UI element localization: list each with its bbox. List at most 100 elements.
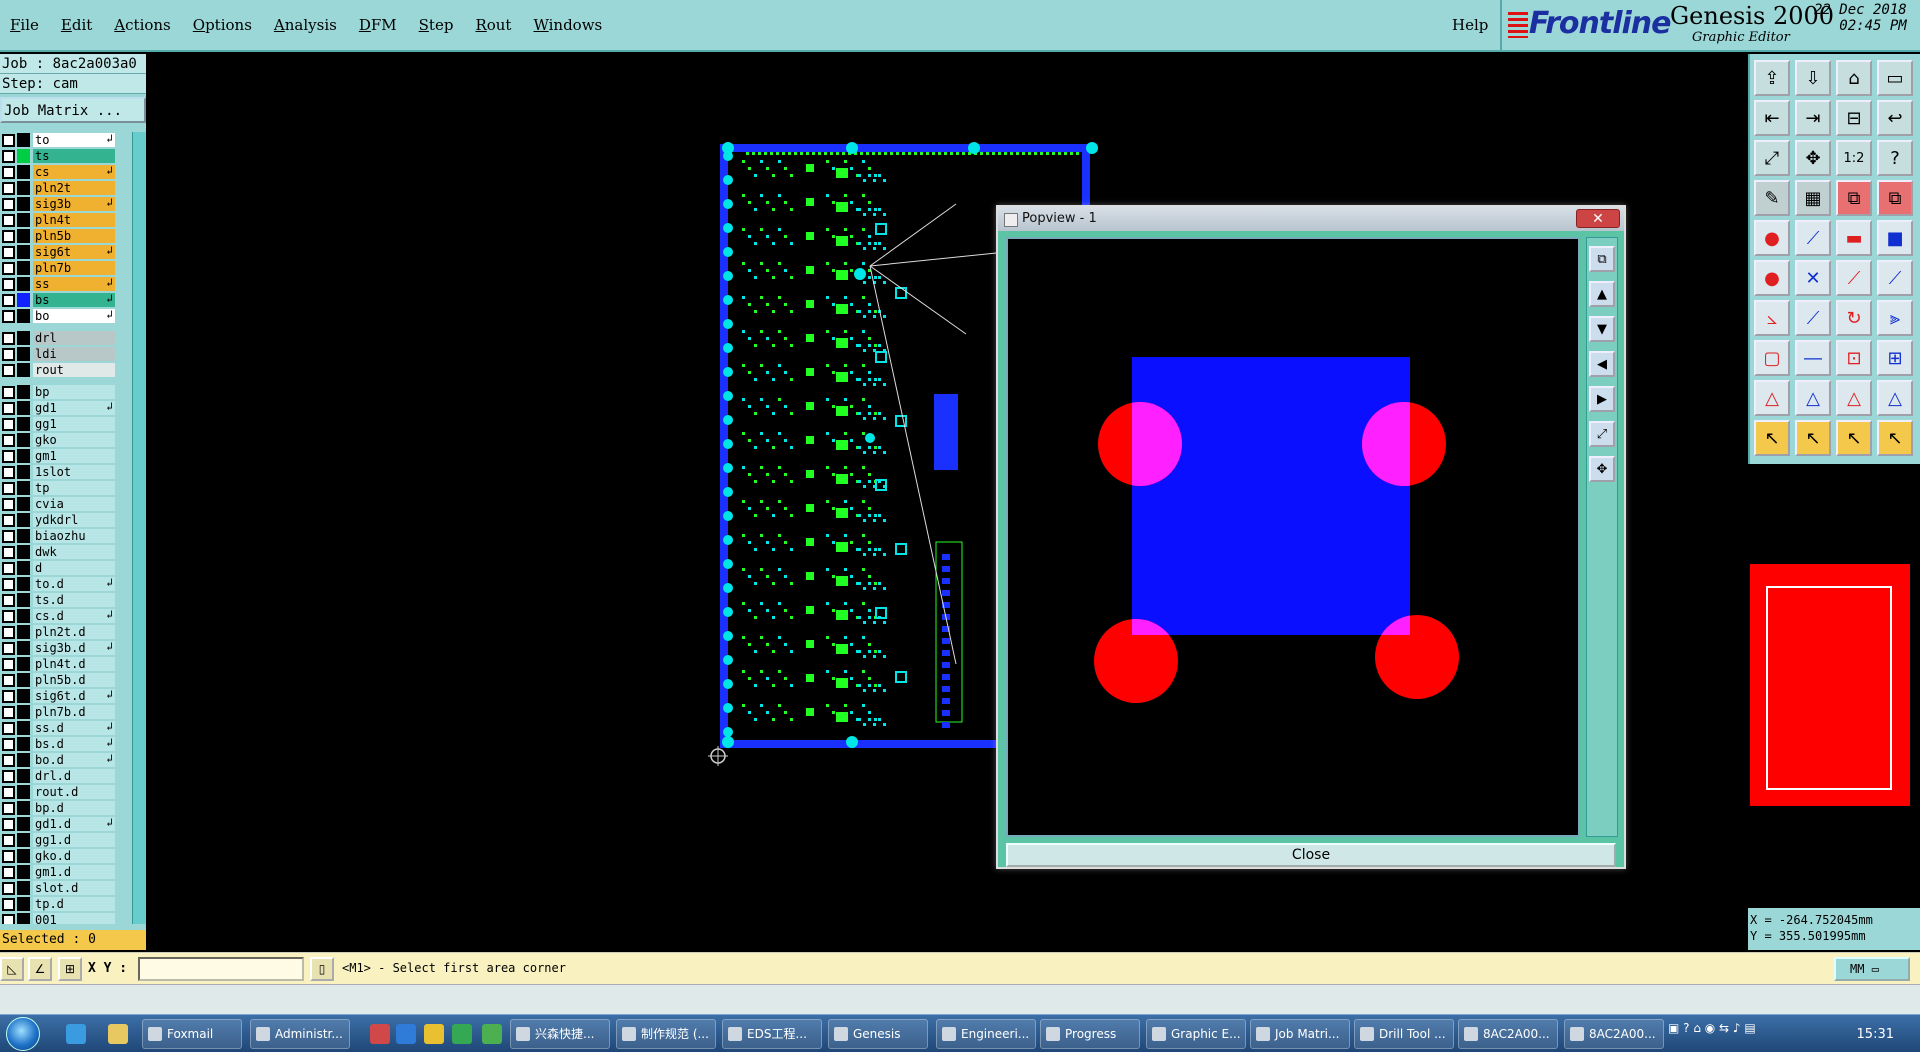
snap-grid-icon[interactable]: ◺: [0, 957, 24, 981]
layer-checkbox[interactable]: [2, 705, 15, 719]
layer-row[interactable]: bs: [0, 292, 132, 308]
layer-color-swatch[interactable]: [17, 577, 30, 591]
layer-checkbox[interactable]: [2, 833, 15, 847]
netlist-compare-icon[interactable]: ⧉: [1877, 180, 1913, 216]
layer-row[interactable]: gko: [0, 432, 132, 448]
layer-color-swatch[interactable]: [17, 149, 30, 163]
layer-name[interactable]: gd1.d: [33, 816, 115, 831]
layer-name[interactable]: bp: [33, 385, 115, 399]
layer-row[interactable]: bp: [0, 384, 132, 400]
popview-pan-up-icon[interactable]: ▲: [1589, 281, 1615, 307]
layer-list-scrollbar[interactable]: [132, 132, 146, 924]
layer-checkbox[interactable]: [2, 165, 15, 179]
layer-checkbox[interactable]: [2, 513, 15, 527]
layer-checkbox[interactable]: [2, 641, 15, 655]
layer-color-swatch[interactable]: [17, 449, 30, 463]
layer-row[interactable]: ydkdrl: [0, 512, 132, 528]
layer-row[interactable]: tp: [0, 480, 132, 496]
taskbar-button[interactable]: Genesis: [828, 1019, 928, 1049]
layer-checkbox[interactable]: [2, 721, 15, 735]
layer-checkbox[interactable]: [2, 673, 15, 687]
layer-color-swatch[interactable]: [17, 363, 30, 377]
triangle-a-icon[interactable]: △: [1795, 380, 1831, 416]
layer-row[interactable]: ldi: [0, 346, 132, 362]
taskbar-button[interactable]: EDS工程...: [722, 1019, 822, 1049]
open-icon[interactable]: ⇪: [1754, 60, 1790, 96]
layer-row[interactable]: slot.d: [0, 880, 132, 896]
layer-row[interactable]: cs.d: [0, 608, 132, 624]
cursor-toggle-icon[interactable]: ▯: [310, 957, 334, 981]
layer-row[interactable]: gd1.d: [0, 816, 132, 832]
layer-name[interactable]: pln7b: [33, 261, 115, 275]
layer-row[interactable]: tp.d: [0, 896, 132, 912]
mirror-icon[interactable]: ⫸: [1877, 300, 1913, 336]
layer-checkbox[interactable]: [2, 657, 15, 671]
layer-row[interactable]: dwk: [0, 544, 132, 560]
layer-row[interactable]: drl.d: [0, 768, 132, 784]
layer-color-swatch[interactable]: [17, 261, 30, 275]
layer-color-swatch[interactable]: [17, 481, 30, 495]
layer-name[interactable]: pln2t.d: [33, 625, 115, 639]
layer-color-swatch[interactable]: [17, 561, 30, 575]
taskbar-button[interactable]: Graphic E...: [1146, 1019, 1246, 1049]
taskbar-button[interactable]: Progress: [1040, 1019, 1140, 1049]
layer-name[interactable]: gko.d: [33, 849, 115, 863]
layer-checkbox[interactable]: [2, 913, 15, 924]
layer-name[interactable]: pln2t: [33, 181, 115, 195]
layer-color-swatch[interactable]: [17, 545, 30, 559]
layer-name[interactable]: to.d: [33, 576, 115, 591]
redo-icon[interactable]: ↩: [1877, 100, 1913, 136]
layer-row[interactable]: rout: [0, 362, 132, 378]
layer-color-swatch[interactable]: [17, 497, 30, 511]
layer-row[interactable]: pln4t.d: [0, 656, 132, 672]
menu-item[interactable]: Options: [191, 16, 254, 34]
layer-color-swatch[interactable]: [17, 785, 30, 799]
layer-row[interactable]: gko.d: [0, 848, 132, 864]
taskbar-button[interactable]: 8AC2A00...: [1564, 1019, 1664, 1049]
layer-color-swatch[interactable]: [17, 673, 30, 687]
taskbar-button[interactable]: 制作规范 (...: [616, 1019, 716, 1049]
layer-color-swatch[interactable]: [17, 385, 30, 399]
layer-checkbox[interactable]: [2, 229, 15, 243]
layer-name[interactable]: ldi: [33, 347, 115, 361]
snap-angle-icon[interactable]: ∠: [28, 957, 52, 981]
home-icon[interactable]: ⌂: [1836, 60, 1872, 96]
layer-color-swatch[interactable]: [17, 817, 30, 831]
taskbar-button[interactable]: Foxmail: [142, 1019, 242, 1049]
layer-name[interactable]: pln5b.d: [33, 673, 115, 687]
layer-color-swatch[interactable]: [17, 689, 30, 703]
layer-name[interactable]: d: [33, 561, 115, 575]
layer-row[interactable]: pln5b: [0, 228, 132, 244]
layer-name[interactable]: rout.d: [33, 785, 115, 799]
layer-row[interactable]: pln4t: [0, 212, 132, 228]
layer-row[interactable]: pln5b.d: [0, 672, 132, 688]
layer-name[interactable]: sig6t.d: [33, 688, 115, 703]
arc-point-icon[interactable]: ⟋: [1836, 260, 1872, 296]
layer-name[interactable]: 001: [33, 913, 115, 924]
layer-checkbox[interactable]: [2, 261, 15, 275]
layer-row[interactable]: sig6t.d: [0, 688, 132, 704]
layer-color-swatch[interactable]: [17, 641, 30, 655]
layer-row[interactable]: pln7b.d: [0, 704, 132, 720]
layer-checkbox[interactable]: [2, 465, 15, 479]
cross-icon[interactable]: ✕: [1795, 260, 1831, 296]
menu-item[interactable]: Windows: [531, 16, 604, 34]
layer-color-swatch[interactable]: [17, 229, 30, 243]
layer-row[interactable]: ss.d: [0, 720, 132, 736]
folder-icon[interactable]: [108, 1024, 128, 1044]
taskbar-button[interactable]: 8AC2A00...: [1458, 1019, 1558, 1049]
help-icon[interactable]: ?: [1877, 140, 1913, 176]
layer-name[interactable]: drl: [33, 331, 115, 345]
node-icon[interactable]: ●: [1754, 260, 1790, 296]
layer-color-swatch[interactable]: [17, 657, 30, 671]
select-box-icon[interactable]: ▢: [1754, 340, 1790, 376]
menu-item[interactable]: Rout: [473, 16, 513, 34]
zoom-in-icon[interactable]: ✥: [1795, 140, 1831, 176]
layer-checkbox[interactable]: [2, 133, 15, 147]
layer-color-swatch[interactable]: [17, 165, 30, 179]
layer-color-swatch[interactable]: [17, 593, 30, 607]
layer-color-swatch[interactable]: [17, 293, 30, 307]
layer-row[interactable]: bo: [0, 308, 132, 324]
layer-name[interactable]: gm1: [33, 449, 115, 463]
layer-row[interactable]: 1slot: [0, 464, 132, 480]
